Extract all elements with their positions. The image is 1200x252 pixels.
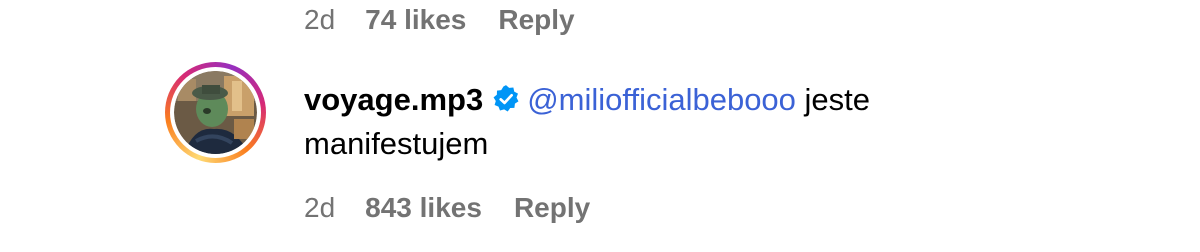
comment-time: 2d: [304, 192, 336, 223]
comment-meta: 2d 843 likes Reply: [304, 188, 590, 228]
comment-thread: 2d 74 likes Reply voyage.mp3 @milioffici…: [0, 0, 1200, 252]
comment-likes[interactable]: 843 likes: [365, 192, 482, 224]
comment-text-line2: manifestujem: [304, 126, 489, 161]
verified-badge-icon: [493, 85, 519, 112]
previous-comment-meta: 2d 74 likes Reply: [304, 0, 575, 40]
previous-comment-likes[interactable]: 74 likes: [365, 4, 466, 36]
previous-comment-time: 2d: [304, 4, 336, 35]
comment-username[interactable]: voyage.mp3: [304, 82, 483, 117]
comment-text-line1: jeste: [795, 82, 871, 117]
comment-mention-link[interactable]: @miliofficialbebooo: [527, 82, 796, 117]
avatar[interactable]: [165, 62, 266, 163]
comment-body: voyage.mp3 @miliofficialbebooo jeste mani…: [304, 78, 1164, 166]
previous-comment-reply-button[interactable]: Reply: [498, 4, 574, 36]
avatar-image: [174, 71, 257, 154]
comment-reply-button[interactable]: Reply: [514, 192, 590, 224]
